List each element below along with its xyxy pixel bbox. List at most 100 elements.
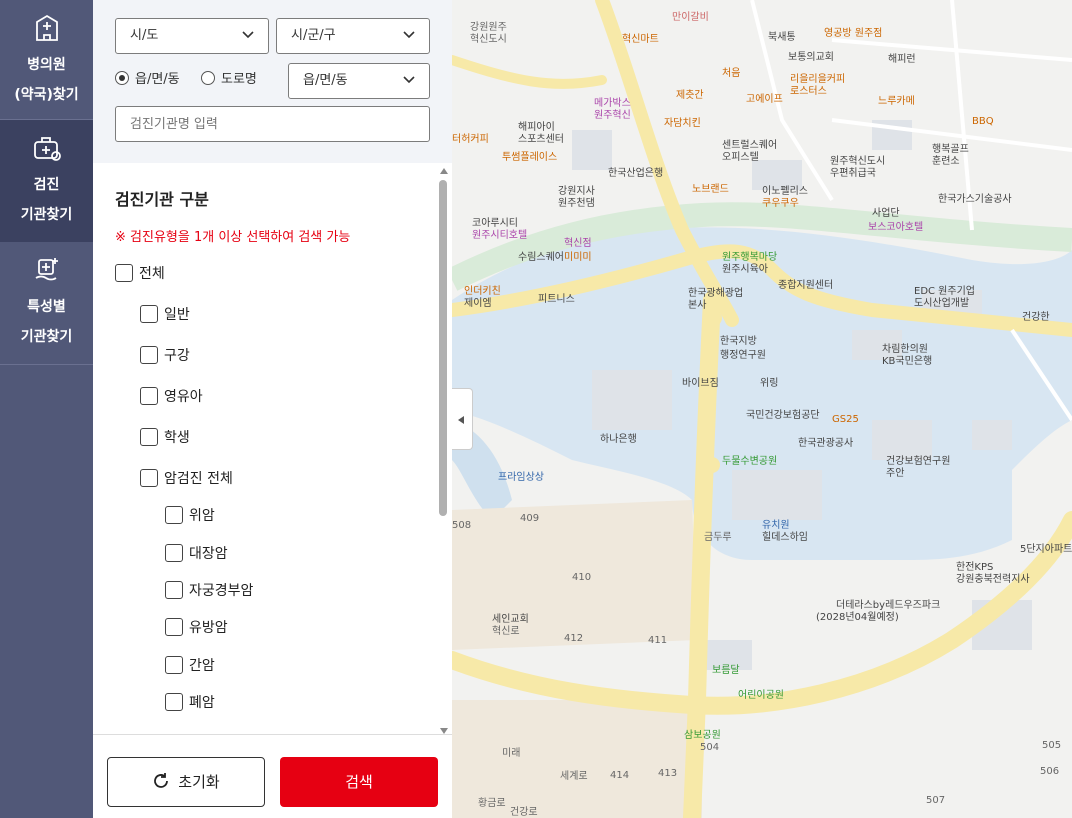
map-label: 제츳간 — [676, 89, 704, 101]
map-label: 강원지사 — [558, 185, 595, 197]
map-label: GS25 — [832, 414, 859, 425]
nav-item-special-search[interactable]: 특성별 기관찾기 — [0, 242, 93, 364]
map-label: 원주혁신도시 — [830, 155, 885, 167]
sido-select[interactable]: 시/도 — [115, 18, 269, 54]
map-label: 보스코아호텔 — [868, 221, 923, 233]
institution-name-input[interactable] — [115, 106, 430, 142]
radio-eupmyeondong-label: 읍/면/동 — [135, 72, 180, 87]
checkbox-all[interactable]: 전체 — [115, 264, 165, 284]
map-label: 황금로 — [478, 797, 506, 809]
map-label: 원주시육아 — [722, 263, 768, 275]
map-label: 터허커피 — [452, 133, 489, 145]
checkbox-oral[interactable]: 구강 — [140, 346, 190, 366]
map-label: 센트럴스퀘어 — [722, 138, 777, 151]
map-label: 원주혁신 — [594, 109, 631, 121]
map-label: 보통의교회 — [788, 51, 834, 63]
map-label: 해피런 — [888, 52, 916, 65]
map-label: 한국가스기술공사 — [938, 193, 1012, 205]
chevron-down-icon — [242, 31, 254, 39]
map-label: 더테라스by레드우즈파크 — [836, 599, 940, 611]
map-label: 수림스퀘어 — [518, 251, 564, 263]
nav-label-checkup: 검진 기관찾기 — [20, 177, 73, 223]
search-button[interactable]: 검색 — [280, 757, 438, 807]
checkbox-box — [140, 305, 158, 323]
checkbox-box — [165, 544, 183, 562]
map-label: 원주시티호텔 — [472, 229, 527, 241]
checkbox-general[interactable]: 일반 — [140, 305, 190, 325]
checkbox-box — [165, 581, 183, 599]
map-label: 강원원주 — [470, 21, 507, 33]
checkbox-box — [140, 387, 158, 405]
map-label: 혁신마트 — [622, 33, 659, 45]
checkbox-infant[interactable]: 영유아 — [140, 387, 203, 407]
map-label: 인더키친 — [464, 285, 501, 297]
checkbox-lung-cancer[interactable]: 폐암 — [165, 693, 215, 713]
checkbox-colon-cancer[interactable]: 대장암 — [165, 544, 228, 564]
map-label: 원주천댐 — [558, 197, 595, 209]
app-root: 병의원 (약국)찾기 검진 기관찾기 특성별 기관찾기 시/도 시/군/구 읍/… — [0, 0, 1072, 818]
checkbox-student[interactable]: 학생 — [140, 428, 190, 448]
map-label: 505 — [1042, 740, 1061, 751]
nav-label-special: 특성별 기관찾기 — [20, 299, 73, 345]
checkbox-liver-cancer[interactable]: 간암 — [165, 656, 215, 676]
checkbox-stomach-cancer[interactable]: 위암 — [165, 506, 215, 526]
map-label: 유치원 — [762, 519, 790, 531]
map-label: 로스터스 — [790, 85, 827, 97]
checkbox-oral-label: 구강 — [164, 348, 190, 364]
nav-label-hospital: 병의원 (약국)찾기 — [14, 57, 79, 103]
map-label: 국민건강보험공단 — [746, 409, 820, 421]
nav-item-checkup-search[interactable]: 검진 기관찾기 — [0, 120, 93, 242]
map-label: 412 — [564, 633, 583, 644]
map-label: 한전KPS — [956, 561, 993, 573]
map-label: 처음 — [722, 67, 740, 79]
checkbox-liver-label: 간암 — [189, 658, 215, 674]
eupmyeondong-select-value: 읍/면/동 — [303, 73, 348, 88]
map-label: 느루카메 — [878, 95, 915, 107]
map-label: 한국산업은행 — [608, 166, 663, 179]
checkbox-box — [140, 469, 158, 487]
map-label: 세인교회 — [492, 613, 529, 625]
nav-item-hospital-search[interactable]: 병의원 (약국)찾기 — [0, 0, 93, 122]
map-label: 힐데스하임 — [762, 530, 808, 543]
checkbox-cervical-cancer[interactable]: 자궁경부암 — [165, 581, 253, 601]
panel-scrollbar[interactable] — [437, 168, 449, 734]
map-label: 바이브짐 — [682, 377, 719, 389]
scroll-up-arrow[interactable] — [440, 168, 448, 174]
map-view[interactable]: 강원원주 혁신도시 만이갈비 북새통 영공방 원주점 보통의교회 해피런 혁신마트 처음 리을리을… — [452, 0, 1072, 818]
radio-unselected-indicator — [201, 71, 215, 85]
reset-button[interactable]: 초기화 — [107, 757, 265, 807]
selection-notice: ※ 검진유형을 1개 이상 선택하여 검색 가능 — [115, 230, 351, 245]
checkbox-cervical-label: 자궁경부암 — [189, 583, 254, 599]
map-label: 오피스텔 — [722, 151, 759, 163]
sigungu-select[interactable]: 시/군/구 — [276, 18, 430, 54]
map-label: 자담치킨 — [664, 117, 701, 129]
map-label: 건강로 — [510, 806, 538, 818]
map-label: 코아루시티 — [472, 217, 518, 229]
sigungu-select-value: 시/군/구 — [291, 28, 336, 43]
map-label: 세계로 — [560, 770, 588, 782]
eupmyeondong-select[interactable]: 읍/면/동 — [288, 63, 430, 99]
map-label: KB국민은행 — [882, 355, 932, 367]
checkbox-breast-cancer[interactable]: 유방암 — [165, 618, 228, 638]
map-label: 409 — [520, 513, 539, 524]
map-label: 어린이공원 — [738, 689, 784, 701]
radio-doro[interactable]: 도로명 — [201, 70, 257, 90]
map-canvas: 강원원주혁신도시 만이갈비북새통 영공방 원주점보통의교회 해피런 혁신마트처음리을리을… — [452, 0, 1072, 818]
map-label: 스포츠센터 — [518, 133, 564, 145]
map-label: 원주행복마당 — [722, 251, 777, 263]
radio-eupmyeondong[interactable]: 읍/면/동 — [115, 70, 180, 90]
scroll-thumb[interactable] — [439, 180, 447, 516]
map-label: 두물수변공원 — [722, 455, 777, 467]
map-label: 혁신점 — [564, 237, 592, 249]
map-label: 고에이프 — [746, 93, 783, 105]
panel-collapse-button[interactable] — [452, 388, 473, 450]
checkbox-cancer-all[interactable]: 암검진 전체 — [140, 469, 233, 489]
map-label: BBQ — [972, 116, 994, 127]
map-label: 506 — [1040, 766, 1059, 777]
map-label: 410 — [572, 572, 591, 583]
map-label: 주안 — [886, 467, 904, 479]
checkbox-box — [140, 346, 158, 364]
map-label: 종합지원센터 — [778, 279, 833, 291]
map-label: 해피아이 — [518, 120, 555, 133]
region-filter-area: 시/도 시/군/구 읍/면/동 도로명 읍/면/동 — [93, 0, 452, 163]
